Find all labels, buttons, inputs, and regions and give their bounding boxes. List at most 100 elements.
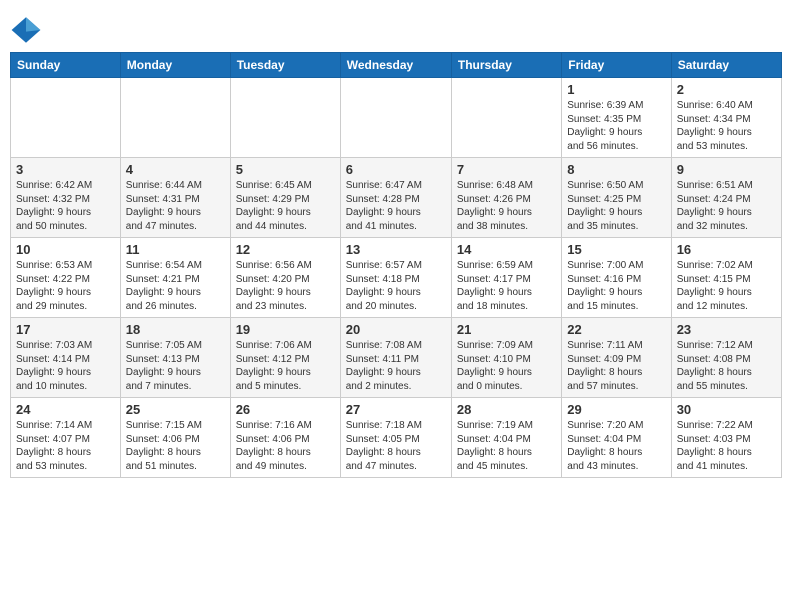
day-number: 14 [457, 242, 556, 257]
calendar-cell: 18 Sunrise: 7:05 AM Sunset: 4:13 PM Dayli… [120, 318, 230, 398]
day-info: Sunrise: 6:44 AM Sunset: 4:31 PM Dayligh… [126, 179, 225, 233]
page-header [10, 10, 782, 46]
day-number: 7 [457, 162, 556, 177]
day-number: 18 [126, 322, 225, 337]
day-info: Sunrise: 6:53 AM Sunset: 4:22 PM Dayligh… [16, 259, 115, 313]
day-number: 23 [677, 322, 776, 337]
calendar-cell: 4Sunrise: 6:44 AM Sunset: 4:31 PM Daylig… [120, 158, 230, 238]
day-info: Sunrise: 7:00 AM Sunset: 4:16 PM Dayligh… [567, 259, 665, 313]
calendar-cell: 8 Sunrise: 6:50 AM Sunset: 4:25 PM Daylig… [562, 158, 671, 238]
day-info: Sunrise: 6:56 AM Sunset: 4:20 PM Dayligh… [236, 259, 335, 313]
day-info: Sunrise: 6:54 AM Sunset: 4:21 PM Dayligh… [126, 259, 225, 313]
day-number: 6 [346, 162, 446, 177]
day-info: Sunrise: 6:59 AM Sunset: 4:17 PM Dayligh… [457, 259, 556, 313]
day-number: 16 [677, 242, 776, 257]
weekday-header-friday: Friday [562, 53, 671, 78]
calendar-cell: 3 Sunrise: 6:42 AM Sunset: 4:32 PM Daylig… [11, 158, 121, 238]
calendar-cell: 16 Sunrise: 7:02 AM Sunset: 4:15 PM Dayli… [671, 238, 781, 318]
weekday-header-sunday: Sunday [11, 53, 121, 78]
calendar-week-1: 1Sunrise: 6:39 AM Sunset: 4:35 PM Daylig… [11, 78, 782, 158]
day-number: 15 [567, 242, 665, 257]
calendar-cell: 24Sunrise: 7:14 AM Sunset: 4:07 PM Dayli… [11, 398, 121, 478]
day-number: 13 [346, 242, 446, 257]
day-info: Sunrise: 7:14 AM Sunset: 4:07 PM Dayligh… [16, 419, 115, 473]
calendar-cell: 29 Sunrise: 7:20 AM Sunset: 4:04 PM Dayli… [562, 398, 671, 478]
day-number: 20 [346, 322, 446, 337]
day-info: Sunrise: 7:16 AM Sunset: 4:06 PM Dayligh… [236, 419, 335, 473]
calendar-cell: 2 Sunrise: 6:40 AM Sunset: 4:34 PM Daylig… [671, 78, 781, 158]
calendar-cell: 1Sunrise: 6:39 AM Sunset: 4:35 PM Daylig… [562, 78, 671, 158]
calendar-cell [451, 78, 561, 158]
calendar-cell: 27Sunrise: 7:18 AM Sunset: 4:05 PM Dayli… [340, 398, 451, 478]
day-info: Sunrise: 6:50 AM Sunset: 4:25 PM Dayligh… [567, 179, 665, 233]
day-info: Sunrise: 7:15 AM Sunset: 4:06 PM Dayligh… [126, 419, 225, 473]
day-info: Sunrise: 7:20 AM Sunset: 4:04 PM Dayligh… [567, 419, 665, 473]
day-number: 21 [457, 322, 556, 337]
day-number: 2 [677, 82, 776, 97]
day-info: Sunrise: 6:45 AM Sunset: 4:29 PM Dayligh… [236, 179, 335, 233]
day-info: Sunrise: 7:22 AM Sunset: 4:03 PM Dayligh… [677, 419, 776, 473]
day-info: Sunrise: 7:03 AM Sunset: 4:14 PM Dayligh… [16, 339, 115, 393]
calendar-cell: 19Sunrise: 7:06 AM Sunset: 4:12 PM Dayli… [230, 318, 340, 398]
calendar-cell: 17 Sunrise: 7:03 AM Sunset: 4:14 PM Dayli… [11, 318, 121, 398]
calendar-cell: 21 Sunrise: 7:09 AM Sunset: 4:10 PM Dayli… [451, 318, 561, 398]
day-info: Sunrise: 7:11 AM Sunset: 4:09 PM Dayligh… [567, 339, 665, 393]
day-number: 5 [236, 162, 335, 177]
day-info: Sunrise: 7:12 AM Sunset: 4:08 PM Dayligh… [677, 339, 776, 393]
day-info: Sunrise: 6:48 AM Sunset: 4:26 PM Dayligh… [457, 179, 556, 233]
calendar-cell: 9 Sunrise: 6:51 AM Sunset: 4:24 PM Daylig… [671, 158, 781, 238]
calendar-week-3: 10 Sunrise: 6:53 AM Sunset: 4:22 PM Dayli… [11, 238, 782, 318]
day-info: Sunrise: 6:42 AM Sunset: 4:32 PM Dayligh… [16, 179, 115, 233]
weekday-header-thursday: Thursday [451, 53, 561, 78]
day-number: 3 [16, 162, 115, 177]
weekday-header-tuesday: Tuesday [230, 53, 340, 78]
weekday-header-saturday: Saturday [671, 53, 781, 78]
calendar-cell [120, 78, 230, 158]
day-number: 10 [16, 242, 115, 257]
day-number: 8 [567, 162, 665, 177]
calendar-cell: 22 Sunrise: 7:11 AM Sunset: 4:09 PM Dayli… [562, 318, 671, 398]
weekday-header-row: SundayMondayTuesdayWednesdayThursdayFrid… [11, 53, 782, 78]
calendar-cell: 30Sunrise: 7:22 AM Sunset: 4:03 PM Dayli… [671, 398, 781, 478]
calendar-cell: 28 Sunrise: 7:19 AM Sunset: 4:04 PM Dayli… [451, 398, 561, 478]
day-info: Sunrise: 6:40 AM Sunset: 4:34 PM Dayligh… [677, 99, 776, 153]
day-number: 17 [16, 322, 115, 337]
day-number: 28 [457, 402, 556, 417]
calendar-table: SundayMondayTuesdayWednesdayThursdayFrid… [10, 52, 782, 478]
day-number: 1 [567, 82, 665, 97]
day-number: 22 [567, 322, 665, 337]
day-info: Sunrise: 6:47 AM Sunset: 4:28 PM Dayligh… [346, 179, 446, 233]
day-number: 11 [126, 242, 225, 257]
calendar-cell: 14 Sunrise: 6:59 AM Sunset: 4:17 PM Dayli… [451, 238, 561, 318]
calendar-cell: 12 Sunrise: 6:56 AM Sunset: 4:20 PM Dayli… [230, 238, 340, 318]
calendar-cell: 20 Sunrise: 7:08 AM Sunset: 4:11 PM Dayli… [340, 318, 451, 398]
day-info: Sunrise: 7:19 AM Sunset: 4:04 PM Dayligh… [457, 419, 556, 473]
calendar-cell [11, 78, 121, 158]
calendar-week-5: 24Sunrise: 7:14 AM Sunset: 4:07 PM Dayli… [11, 398, 782, 478]
day-number: 29 [567, 402, 665, 417]
calendar-cell [230, 78, 340, 158]
day-info: Sunrise: 7:09 AM Sunset: 4:10 PM Dayligh… [457, 339, 556, 393]
calendar-cell: 10 Sunrise: 6:53 AM Sunset: 4:22 PM Dayli… [11, 238, 121, 318]
day-number: 9 [677, 162, 776, 177]
calendar-cell: 5 Sunrise: 6:45 AM Sunset: 4:29 PM Daylig… [230, 158, 340, 238]
logo [10, 14, 46, 46]
day-info: Sunrise: 7:06 AM Sunset: 4:12 PM Dayligh… [236, 339, 335, 393]
day-number: 26 [236, 402, 335, 417]
calendar-cell: 11 Sunrise: 6:54 AM Sunset: 4:21 PM Dayli… [120, 238, 230, 318]
day-info: Sunrise: 6:51 AM Sunset: 4:24 PM Dayligh… [677, 179, 776, 233]
day-info: Sunrise: 7:18 AM Sunset: 4:05 PM Dayligh… [346, 419, 446, 473]
day-number: 12 [236, 242, 335, 257]
day-info: Sunrise: 7:08 AM Sunset: 4:11 PM Dayligh… [346, 339, 446, 393]
weekday-header-monday: Monday [120, 53, 230, 78]
logo-icon [10, 14, 42, 46]
day-info: Sunrise: 7:02 AM Sunset: 4:15 PM Dayligh… [677, 259, 776, 313]
weekday-header-wednesday: Wednesday [340, 53, 451, 78]
calendar-week-2: 3 Sunrise: 6:42 AM Sunset: 4:32 PM Daylig… [11, 158, 782, 238]
day-info: Sunrise: 7:05 AM Sunset: 4:13 PM Dayligh… [126, 339, 225, 393]
calendar-cell: 13Sunrise: 6:57 AM Sunset: 4:18 PM Dayli… [340, 238, 451, 318]
calendar-cell: 25 Sunrise: 7:15 AM Sunset: 4:06 PM Dayli… [120, 398, 230, 478]
calendar-cell: 7 Sunrise: 6:48 AM Sunset: 4:26 PM Daylig… [451, 158, 561, 238]
calendar-cell [340, 78, 451, 158]
day-number: 25 [126, 402, 225, 417]
